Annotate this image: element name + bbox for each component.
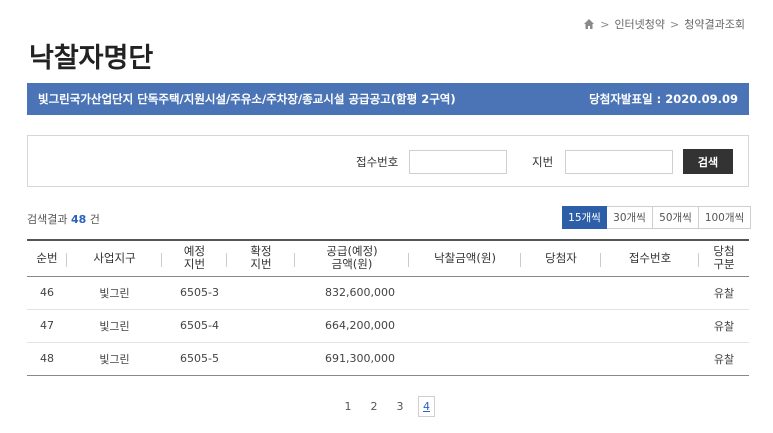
cell-result: 유찰	[699, 342, 749, 376]
announce-date: 당첨자발표일 : 2020.09.09	[589, 92, 738, 106]
column-header-supply-amount: 공급(예정) 금액(원)	[295, 240, 409, 276]
lot-number-label: 지번	[532, 155, 554, 169]
search-panel: 접수번호 지번 검색	[27, 135, 749, 187]
column-header-label: 접수번호	[628, 250, 672, 265]
cell-receipt-no	[601, 342, 699, 376]
result-count-label: 검색결과	[27, 213, 68, 226]
column-header-label: 당첨자	[545, 250, 577, 265]
cell-area: 빛그린	[67, 309, 162, 343]
result-count-unit: 건	[89, 213, 100, 226]
lot-number-input[interactable]	[565, 150, 673, 174]
column-header-receipt-no: 접수번호	[601, 240, 699, 276]
column-header-no: 순번	[27, 240, 67, 276]
page-size-100[interactable]: 100개씩	[698, 206, 751, 229]
page-size-selector: 15개씩 30개씩 50개씩 100개씩	[562, 206, 751, 229]
chevron-right-icon: >	[600, 17, 610, 31]
cell-supply-amount: 691,300,000	[295, 342, 409, 376]
page-link-1[interactable]: 1	[340, 400, 356, 413]
column-header-confirmed-lot: 확정 지번	[227, 240, 295, 276]
cell-receipt-no	[601, 309, 699, 343]
cell-confirmed-lot	[227, 309, 295, 343]
notice-bar: 빛그린국가산업단지 단독주택/지원시설/주유소/주차장/종교시설 공급공고(함평…	[27, 83, 749, 115]
breadcrumb: > 인터넷청약 > 청약결과조회	[583, 16, 745, 32]
page-size-30[interactable]: 30개씩	[606, 206, 653, 229]
column-header-result: 당첨 구분	[699, 240, 749, 276]
home-icon[interactable]	[583, 18, 595, 30]
cell-winner	[521, 309, 601, 343]
column-header-label: 순번	[36, 250, 58, 265]
page-title: 낙찰자명단	[29, 43, 154, 74]
cell-winning-amount	[409, 342, 521, 376]
column-header-label: 확정 지번	[250, 244, 272, 272]
column-header-winning-amount: 낙찰금액(원)	[409, 240, 521, 276]
column-header-winner: 당첨자	[521, 240, 601, 276]
column-header-label: 당첨 구분	[713, 244, 735, 272]
table-row: 46 빛그린 6505-3 832,600,000 유찰	[27, 276, 749, 310]
column-header-area: 사업지구	[67, 240, 162, 276]
cell-area: 빛그린	[67, 276, 162, 310]
cell-winner	[521, 342, 601, 376]
result-count: 검색결과 48 건	[27, 211, 100, 227]
cell-planned-lot: 6505-4	[162, 309, 227, 343]
search-button[interactable]: 검색	[683, 149, 733, 174]
cell-no: 46	[27, 276, 67, 310]
page-link-2[interactable]: 2	[366, 400, 382, 413]
receipt-number-input[interactable]	[409, 150, 507, 174]
cell-no: 48	[27, 342, 67, 376]
chevron-right-icon: >	[670, 17, 680, 31]
cell-winner	[521, 276, 601, 310]
cell-result: 유찰	[699, 309, 749, 343]
cell-confirmed-lot	[227, 342, 295, 376]
cell-planned-lot: 6505-5	[162, 342, 227, 376]
cell-receipt-no	[601, 276, 699, 310]
result-count-number: 48	[70, 213, 87, 226]
cell-area: 빛그린	[67, 342, 162, 376]
column-header-label: 사업지구	[93, 250, 136, 265]
receipt-number-label: 접수번호	[356, 155, 399, 169]
cell-no: 47	[27, 309, 67, 343]
breadcrumb-item-internet-subscription[interactable]: 인터넷청약	[614, 16, 665, 32]
cell-supply-amount: 664,200,000	[295, 309, 409, 343]
column-header-label: 낙찰금액(원)	[434, 250, 496, 265]
cell-winning-amount	[409, 276, 521, 310]
page-size-50[interactable]: 50개씩	[652, 206, 699, 229]
page-link-current[interactable]: 4	[418, 396, 435, 417]
results-table: 순번 사업지구 예정 지번 확정 지번 공급(예정) 금액(원) 낙찰금액(원)…	[27, 239, 749, 376]
cell-planned-lot: 6505-3	[162, 276, 227, 310]
page-link-3[interactable]: 3	[392, 400, 408, 413]
table-row: 48 빛그린 6505-5 691,300,000 유찰	[27, 342, 749, 376]
cell-supply-amount: 832,600,000	[295, 276, 409, 310]
pagination: 1 2 3 4	[340, 396, 435, 417]
table-header-row: 순번 사업지구 예정 지번 확정 지번 공급(예정) 금액(원) 낙찰금액(원)…	[27, 240, 749, 276]
column-header-label: 공급(예정) 금액(원)	[326, 244, 378, 272]
table-row: 47 빛그린 6505-4 664,200,000 유찰	[27, 309, 749, 343]
column-header-planned-lot: 예정 지번	[162, 240, 227, 276]
page-size-15[interactable]: 15개씩	[562, 206, 607, 229]
column-header-label: 예정 지번	[183, 244, 206, 272]
breadcrumb-item-result-inquiry[interactable]: 청약결과조회	[684, 16, 745, 32]
cell-result: 유찰	[699, 276, 749, 310]
cell-winning-amount	[409, 309, 521, 343]
notice-title: 빛그린국가산업단지 단독주택/지원시설/주유소/주차장/종교시설 공급공고(함평…	[38, 92, 456, 106]
cell-confirmed-lot	[227, 276, 295, 310]
